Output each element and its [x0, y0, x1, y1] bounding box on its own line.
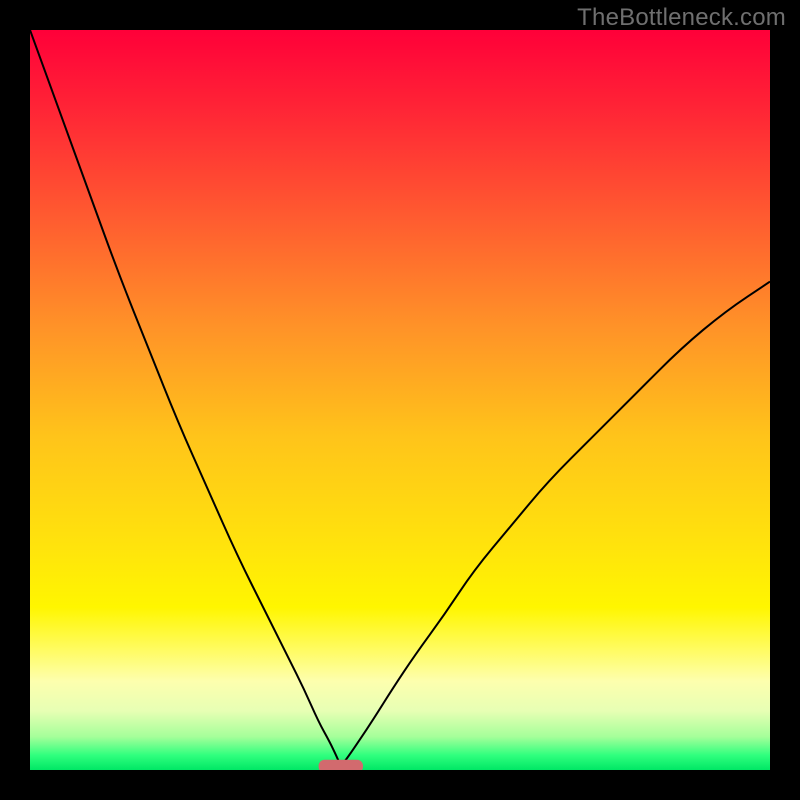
gradient-background [30, 30, 770, 770]
chart-frame: TheBottleneck.com [0, 0, 800, 800]
watermark-text: TheBottleneck.com [577, 4, 786, 32]
optimum-marker [319, 760, 363, 770]
plot-area [30, 30, 770, 770]
bottleneck-chart [30, 30, 770, 770]
